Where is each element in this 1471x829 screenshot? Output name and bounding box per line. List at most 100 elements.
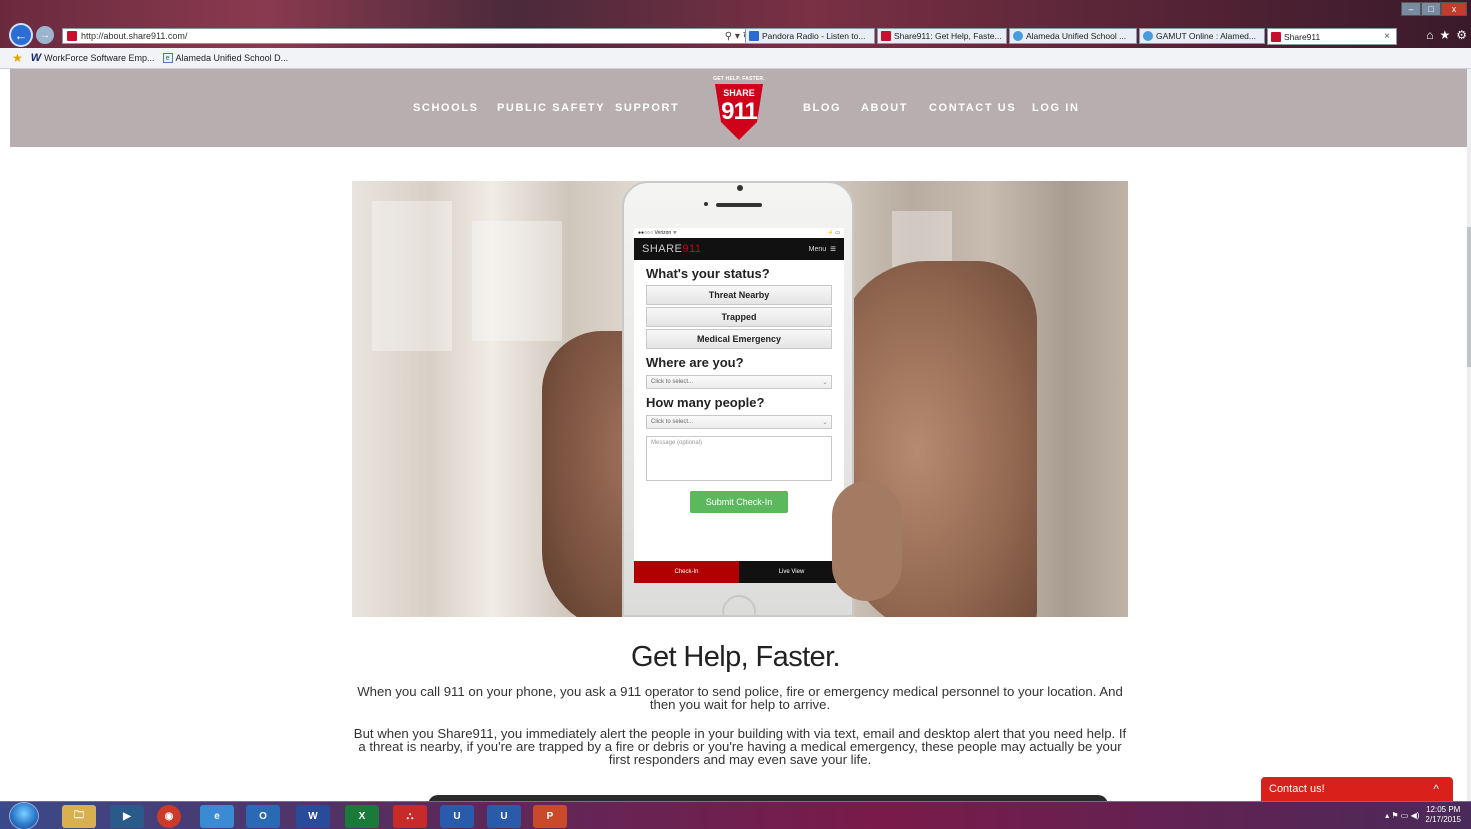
status-heading: What's your status? (646, 266, 770, 281)
share911-icon (881, 31, 891, 41)
close-window-button[interactable]: x (1441, 2, 1467, 16)
tab-pandora[interactable]: Pandora Radio - Listen to... (745, 28, 875, 44)
tab-label: Alameda Unified School ... (1026, 31, 1127, 41)
star-icon[interactable]: ★ (1439, 28, 1450, 42)
hand-thumb (832, 481, 902, 601)
contact-us-widget[interactable]: Contact us! ^ (1261, 777, 1453, 801)
favorites-star-icon[interactable]: ★ (12, 51, 23, 65)
background-window (472, 221, 562, 341)
browser-toolbar-icons: ⌂ ★ ⚙ (1426, 28, 1467, 42)
back-button[interactable]: ← (9, 23, 33, 47)
tab-gamut[interactable]: GAMUT Online : Alamed... (1139, 28, 1265, 44)
carrier-text: ●●○○○ Verizon ᯤ (638, 230, 678, 236)
chevron-down-icon: ⌄ (822, 419, 828, 426)
menu-label: Menu (808, 245, 827, 253)
nav-blog[interactable]: BLOG (803, 102, 841, 114)
phone-statusbar: ●●○○○ Verizon ᯤ ⚡ ▭ (634, 228, 844, 238)
phone-sensor (704, 202, 708, 206)
nav-public-safety[interactable]: PUBLIC SAFETY (497, 102, 605, 114)
favorite-alameda[interactable]: e Alameda Unified School D... (162, 53, 288, 63)
ie-icon (1013, 31, 1023, 41)
location-heading: Where are you? (646, 355, 744, 370)
location-select[interactable]: Click to select... ⌄ (646, 375, 832, 389)
hero-image: ●●○○○ Verizon ᯤ ⚡ ▭ SHARE911 Menu ≡ What'… (352, 181, 1128, 617)
nav-schools[interactable]: SCHOOLS (413, 102, 479, 114)
app-u2-icon[interactable]: U (487, 805, 521, 828)
pandora-icon (749, 31, 759, 41)
tab-share911-get-help[interactable]: Share911: Get Help, Faste... (877, 28, 1007, 44)
tab-share911-active[interactable]: Share911 × (1267, 28, 1397, 45)
site-header: SCHOOLS PUBLIC SAFETY SUPPORT GET HELP. … (10, 69, 1468, 147)
ie-icon[interactable]: e (200, 805, 234, 828)
favorites-bar: ★ W WorkForce Software Emp... e Alameda … (0, 48, 1471, 69)
address-bar[interactable]: http://about.share911.com/ ⚲ ▾ ↻ (62, 28, 756, 44)
nav-contact-us[interactable]: CONTACT US (929, 102, 1016, 114)
acrobat-icon[interactable]: ⛬ (393, 805, 427, 828)
app-u-icon[interactable]: U (440, 805, 474, 828)
share911-icon (1271, 31, 1281, 42)
explorer-icon[interactable]: 🗀 (62, 805, 96, 828)
excel-icon[interactable]: X (345, 805, 379, 828)
word-icon[interactable]: W (296, 805, 330, 828)
tab-checkin[interactable]: Check-In (634, 561, 739, 583)
forward-button[interactable]: → (36, 26, 54, 44)
submit-checkin-button[interactable]: Submit Check-In (690, 491, 788, 513)
workforce-icon: W (30, 52, 42, 64)
phone-speaker (716, 203, 762, 207)
hamburger-icon: ≡ (830, 243, 836, 255)
clock-time: 12:05 PM (1426, 805, 1461, 814)
trapped-button[interactable]: Trapped (646, 307, 832, 327)
chevron-up-icon: ^ (1433, 782, 1439, 796)
share911-paragraph: But when you Share911, you immediately a… (353, 726, 1127, 767)
gear-icon[interactable]: ⚙ (1456, 28, 1467, 42)
background-window (372, 201, 452, 351)
start-button[interactable] (9, 802, 39, 829)
tab-alameda[interactable]: Alameda Unified School ... (1009, 28, 1137, 44)
scrollbar-thumb[interactable] (1467, 227, 1471, 367)
brand-prefix: SHARE (642, 243, 683, 255)
clock-date: 2/17/2015 (1425, 815, 1461, 824)
intro-paragraph: When you call 911 on your phone, you ask… (357, 684, 1123, 712)
page-scrollbar[interactable] (1467, 69, 1471, 801)
logo-911-text: 911 (721, 98, 758, 125)
app-brand: SHARE911 (642, 243, 701, 255)
favorite-label: WorkForce Software Emp... (44, 53, 155, 63)
tab-label: GAMUT Online : Alamed... (1156, 31, 1256, 41)
phone-device: ●●○○○ Verizon ᯤ ⚡ ▭ SHARE911 Menu ≡ What'… (622, 181, 854, 617)
powerpoint-icon[interactable]: P (533, 805, 567, 828)
tab-label: Pandora Radio - Listen to... (762, 31, 866, 41)
tab-label: Share911 (1284, 31, 1321, 42)
tab-label: Share911: Get Help, Faste... (894, 31, 1002, 41)
message-textarea[interactable]: Message (optional) (646, 436, 832, 481)
select-placeholder: Click to select... (651, 419, 694, 425)
logo-share-text: SHARE (723, 88, 755, 98)
nav-support[interactable]: SUPPORT (615, 102, 679, 114)
app-menu-button[interactable]: Menu ≡ (809, 244, 836, 255)
people-count-select[interactable]: Click to select... ⌄ (646, 415, 832, 429)
clock[interactable]: 12:05 PM 2/17/2015 (1425, 805, 1461, 825)
tray-icons[interactable]: ▴ ⚑ ▭ ◀) (1385, 811, 1419, 820)
favorite-workforce[interactable]: W WorkForce Software Emp... (31, 52, 155, 64)
threat-nearby-button[interactable]: Threat Nearby (646, 285, 832, 305)
battery-icon: ⚡ ▭ (827, 230, 840, 236)
outlook-icon[interactable]: O (246, 805, 280, 828)
maximize-button[interactable]: □ (1421, 2, 1441, 16)
medical-emergency-button[interactable]: Medical Emergency (646, 329, 832, 349)
address-url: http://about.share911.com/ (81, 31, 188, 41)
chevron-down-icon: ⌄ (822, 379, 828, 386)
page-headline: Get Help, Faster. (631, 641, 841, 673)
share911-logo[interactable]: GET HELP. FASTER. SHARE 911 (710, 76, 768, 142)
phone-home-button (722, 595, 756, 617)
nav-log-in[interactable]: LOG IN (1032, 102, 1080, 114)
phone-camera (737, 185, 743, 191)
browser-titlebar: – □ x ← → http://about.share911.com/ ⚲ ▾… (0, 0, 1471, 48)
select-placeholder: Click to select... (651, 379, 694, 385)
tab-live-view[interactable]: Live View (739, 561, 844, 583)
media-player-icon[interactable]: ▶ (110, 805, 144, 828)
brand-suffix: 911 (682, 243, 702, 255)
tab-close-icon[interactable]: × (1384, 31, 1390, 42)
minimize-button[interactable]: – (1401, 2, 1421, 16)
chrome-icon[interactable]: ◉ (157, 805, 181, 828)
home-icon[interactable]: ⌂ (1426, 28, 1433, 42)
nav-about[interactable]: ABOUT (861, 102, 908, 114)
